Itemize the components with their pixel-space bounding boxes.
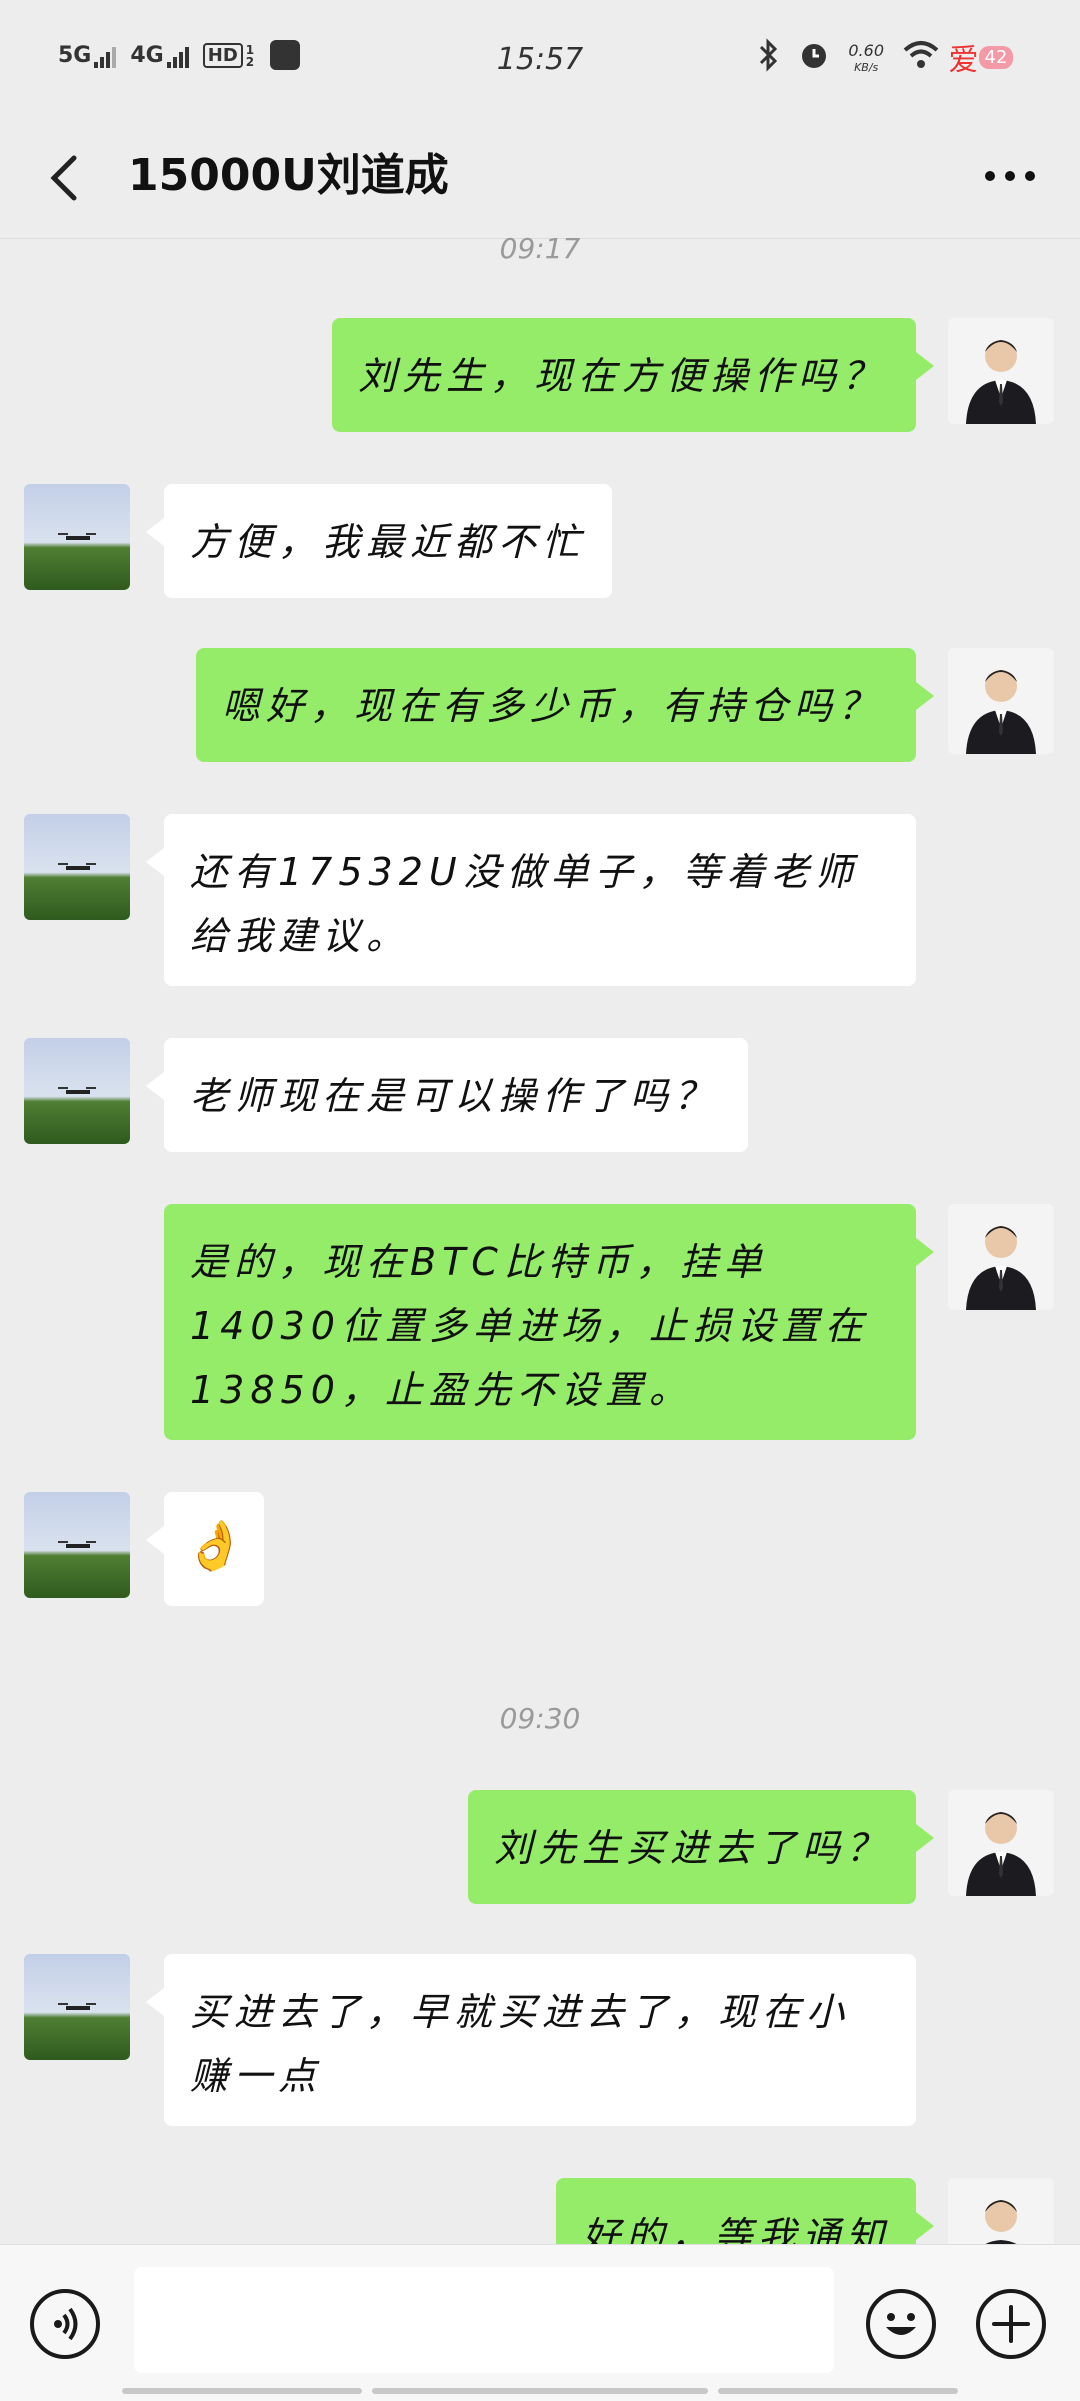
status-icons-right: 0.60 KB/s [758,38,940,80]
battery-level: 42 [978,45,1014,69]
voice-button[interactable] [30,2289,100,2359]
timestamp: 09:30 [499,1702,581,1735]
my-avatar[interactable] [948,1790,1054,1896]
sent-message-bubble[interactable]: 刘先生，现在方便操作吗？ [332,318,934,432]
contact-avatar[interactable] [24,1954,130,2060]
network-speed: 0.60 KB/s [848,41,884,74]
sent-message-bubble[interactable]: 好的，等我通知 [556,2178,934,2244]
my-avatar[interactable] [948,1204,1054,1310]
back-button[interactable] [40,144,88,212]
chat-header: 15000U刘道成 [0,120,1080,239]
gesture-bar-left [122,2388,362,2394]
my-avatar[interactable] [948,648,1054,754]
alarm-icon [798,39,830,79]
received-message-bubble[interactable]: 买进去了，早就买进去了，现在小赚一点 [146,1954,916,2126]
emoji-button[interactable] [866,2289,936,2359]
received-message-bubble[interactable]: 还有17532U没做单子，等着老师给我建议。 [146,814,916,986]
timestamp: 09:17 [499,232,581,265]
bluetooth-icon [758,38,780,80]
gesture-bar-right [718,2388,958,2394]
voice-icon [54,2307,78,2341]
ok-hand-emoji: 👌 [182,1518,242,1574]
message-input[interactable] [134,2267,834,2373]
contact-avatar[interactable] [24,1038,130,1144]
wifi-icon [902,40,940,78]
my-avatar[interactable] [948,2178,1054,2244]
input-bar [0,2244,1080,2401]
status-bar: 5G 4G HD 1 2 15:57 0.60 KB/s 爱 42 [0,0,1080,120]
emoji-icon [886,2313,916,2335]
received-message-bubble[interactable]: 👌 [146,1492,264,1606]
my-avatar[interactable] [948,318,1054,424]
message-list-clip: 好的，等我通知 [0,2176,1080,2244]
sent-message-bubble[interactable]: 刘先生买进去了吗？ [468,1790,934,1904]
chat-title[interactable]: 15000U刘道成 [128,142,449,210]
more-horizontal-icon [985,171,1035,181]
received-message-bubble[interactable]: 方便，我最近都不忙 [146,484,612,598]
gesture-bar-center[interactable] [372,2388,708,2394]
sent-message-bubble[interactable]: 嗯好，现在有多少币，有持仓吗？ [196,648,934,762]
contact-avatar[interactable] [24,814,130,920]
battery-indicator: 爱 42 [946,34,1016,80]
sent-message-bubble[interactable]: 是的，现在BTC比特币，挂单14030位置多单进场，止损设置在13850，止盈先… [164,1204,934,1440]
add-button[interactable] [976,2289,1046,2359]
contact-avatar[interactable] [24,484,130,590]
received-message-bubble[interactable]: 老师现在是可以操作了吗？ [146,1038,748,1152]
chevron-left-icon [50,155,77,201]
plus-icon [992,2305,1030,2343]
more-options-button[interactable] [976,146,1044,206]
app-badge-text: 爱 [948,43,979,78]
contact-avatar[interactable] [24,1492,130,1598]
